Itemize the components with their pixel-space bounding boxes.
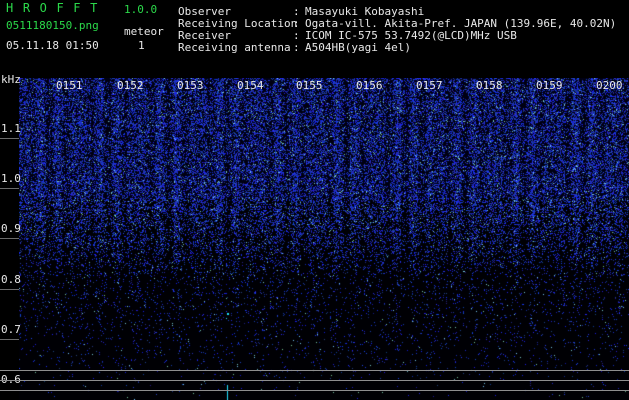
reference-line: [0, 390, 629, 391]
frequency-label: 0.9: [1, 222, 21, 235]
spectrogram: [19, 78, 629, 400]
info-key: Receiving antenna: [178, 41, 291, 54]
time-label: 0157: [416, 79, 443, 92]
time-label: 0151: [56, 79, 83, 92]
app-version: 1.0.0: [124, 3, 158, 16]
info-row-antenna: Receiving antenna: A504HB(yagi 4el): [178, 41, 411, 54]
meteor-label: meteor: [124, 25, 164, 38]
info-value: A504HB(yagi 4el): [305, 41, 411, 54]
frequency-tick: [0, 138, 19, 139]
time-label: 0159: [536, 79, 563, 92]
frequency-tick: [0, 339, 19, 340]
info-separator: :: [293, 41, 300, 54]
frequency-label: 1.1: [1, 122, 21, 135]
time-label: 0200: [596, 79, 623, 92]
time-label: 0154: [237, 79, 264, 92]
time-label: 0155: [296, 79, 323, 92]
reference-line: [0, 370, 629, 371]
time-label: 0153: [177, 79, 204, 92]
time-label: 0152: [117, 79, 144, 92]
frequency-unit-label: kHz: [1, 73, 21, 86]
file-name: 0511180150.png: [6, 19, 99, 32]
time-label: 0158: [476, 79, 503, 92]
app-title: HROFFT: [6, 1, 107, 15]
frequency-label: 0.8: [1, 273, 21, 286]
frequency-label: 0.7: [1, 323, 21, 336]
reference-line: [0, 380, 629, 381]
time-label: 0156: [356, 79, 383, 92]
frequency-tick: [0, 238, 19, 239]
frequency-tick: [0, 188, 19, 189]
frequency-label: 1.0: [1, 172, 21, 185]
meteor-count: 1: [138, 39, 145, 52]
spectrogram-canvas: [19, 78, 629, 400]
timestamp: 05.11.18 01:50: [6, 39, 99, 52]
frequency-tick: [0, 289, 19, 290]
